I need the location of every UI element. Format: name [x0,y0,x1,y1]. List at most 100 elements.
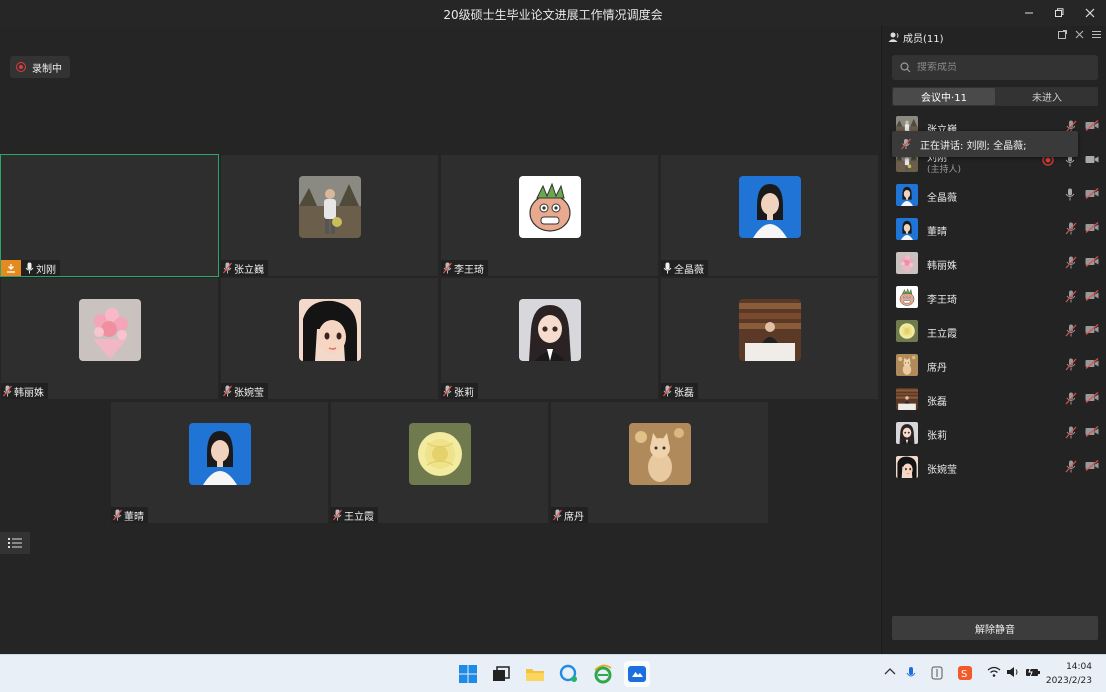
member-row[interactable]: 董晴 [882,214,1106,244]
chat-app-button[interactable] [556,661,582,687]
participant-avatar [738,176,801,238]
member-camera[interactable] [1085,222,1099,236]
camera-off-icon [1085,460,1099,471]
speaking-text: 正在讲话: 刘刚; 全晶薇; [920,140,1027,152]
person-library-photo [738,299,801,361]
member-row[interactable]: 张婉莹 [882,452,1106,482]
menu-icon[interactable] [1092,30,1101,39]
member-row[interactable]: 韩丽姝 [882,248,1106,278]
member-camera[interactable] [1085,154,1099,168]
member-camera[interactable] [1085,256,1099,270]
tray-wifi[interactable] [987,666,1001,681]
camera-off-icon [1085,222,1099,233]
member-search[interactable] [892,55,1098,80]
member-row[interactable]: 全晶薇 [882,180,1106,210]
file-explorer-button[interactable] [522,661,548,687]
tray-volume[interactable] [1006,666,1020,681]
view-list-button[interactable] [0,532,30,554]
member-name: 张磊 [927,397,947,408]
member-mic[interactable] [1065,392,1079,406]
browser-button[interactable] [590,661,616,687]
list-icon [8,538,22,548]
member-camera[interactable] [1085,324,1099,338]
video-tile[interactable]: 张莉 [440,277,659,400]
close-button[interactable] [1075,3,1105,23]
tray-ime[interactable] [931,666,943,683]
meeting-app-button[interactable] [624,661,650,687]
member-row[interactable]: 张莉 [882,418,1106,448]
show-hidden-icons[interactable] [884,666,896,679]
tray-sogou[interactable]: S [958,666,972,683]
member-avatar [896,456,918,478]
video-tile[interactable]: 张磊 [660,277,879,400]
video-tile[interactable]: 席丹 [550,401,769,524]
minimize-button[interactable] [1014,3,1044,23]
chevron-up-icon [884,668,896,675]
member-mic[interactable] [1065,256,1079,270]
mic-icon [1065,188,1075,201]
unmute-all-button[interactable]: 解除静音 [892,616,1098,640]
participant-nameplate: 席丹 [551,507,588,523]
tray-battery[interactable] [1025,666,1041,681]
member-row[interactable]: 李王琦 [882,282,1106,312]
mic-muted-icon [1065,290,1077,303]
recording-indicator[interactable]: 录制中 [10,56,70,78]
member-row[interactable]: 王立霞 [882,316,1106,346]
video-tile[interactable]: 李王琦 [440,154,659,277]
member-name: 张莉 [927,431,947,442]
member-mic[interactable] [1065,188,1079,202]
video-tile[interactable]: 张婉莹 [220,277,439,400]
task-view-button[interactable] [488,661,514,687]
video-tile[interactable]: 张立巍 [220,154,439,277]
start-button[interactable] [455,661,481,687]
camera-off-icon [1085,426,1099,437]
window-title: 20级硕士生毕业论文进展工作情况调度会 [443,8,663,22]
doll-girl-avatar [896,422,918,444]
participant-name: 席丹 [564,511,584,523]
participant-avatar [628,423,691,485]
restore-button[interactable] [1044,3,1074,23]
video-tile[interactable]: 刘刚 [0,154,219,277]
mic-muted-icon [1065,256,1077,269]
member-name: 王立霞 [927,329,957,340]
member-row[interactable]: 张磊 [882,384,1106,414]
member-camera[interactable] [1085,188,1099,202]
member-mic[interactable] [1065,358,1079,372]
member-camera[interactable] [1085,358,1099,372]
participant-nameplate: 全晶薇 [661,260,708,276]
tray-mic[interactable] [906,666,916,683]
panel-title: 成员(11) [903,33,944,45]
camera-off-icon [1085,256,1099,267]
doll-girl-avatar [518,299,581,361]
power-plug-icon [1026,666,1040,678]
search-input[interactable] [917,62,1087,73]
person-outdoor-photo [298,176,361,238]
member-avatar [896,218,918,240]
panel-header: 成员(11) [882,26,1106,48]
popout-icon[interactable] [1058,30,1067,39]
member-mic[interactable] [1065,460,1079,474]
member-mic[interactable] [1065,426,1079,440]
member-camera[interactable] [1085,290,1099,304]
member-camera[interactable] [1085,120,1099,134]
member-row[interactable]: 席丹 [882,350,1106,380]
mic-muted-icon [1065,324,1077,337]
video-tile[interactable]: 王立霞 [330,401,549,524]
member-camera[interactable] [1085,426,1099,440]
clock[interactable]: 14:04 2023/2/23 [1046,660,1092,688]
tab-in-meeting[interactable]: 会议中·11 [893,88,995,105]
tab-not-joined[interactable]: 未进入 [996,87,1098,106]
member-mic[interactable] [1065,290,1079,304]
participant-avatar [298,176,361,238]
close-panel-icon[interactable] [1075,30,1084,39]
mic-muted-icon [223,385,232,397]
participant-name: 李王琦 [454,264,484,276]
member-camera[interactable] [1085,460,1099,474]
member-mic[interactable] [1065,324,1079,338]
video-tile[interactable]: 韩丽姝 [0,277,219,400]
video-tile[interactable]: 全晶薇 [660,154,879,277]
member-camera[interactable] [1085,392,1099,406]
camera-off-icon [1085,290,1099,301]
member-mic[interactable] [1065,222,1079,236]
video-tile[interactable]: 董晴 [110,401,329,524]
